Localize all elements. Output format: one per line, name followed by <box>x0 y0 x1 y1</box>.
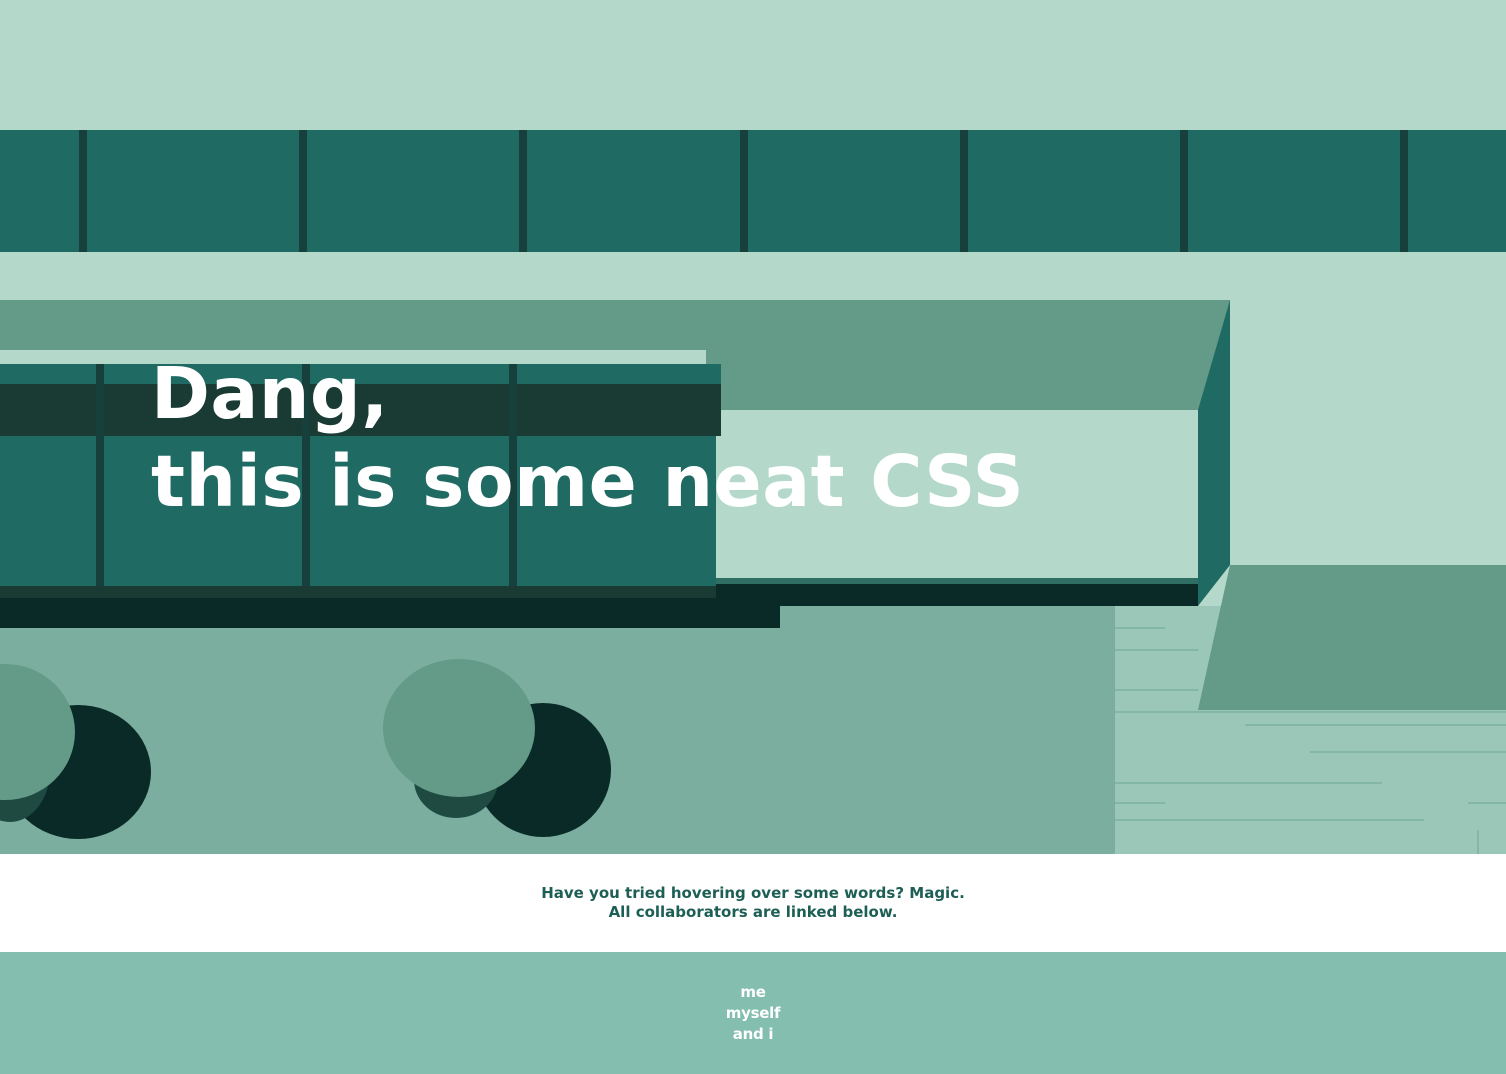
headline-line-2: this is some neat CSS <box>151 440 1025 523</box>
hover-hint: Have you tried hovering over some words?… <box>0 854 1506 952</box>
headline: Dang, this is some neat CSS <box>151 350 1024 526</box>
hint-line-1: Have you tried hovering over some words?… <box>541 884 965 902</box>
collaborator-link-and-i[interactable]: and i <box>733 1024 774 1045</box>
headline-line-1: Dang, <box>151 352 389 435</box>
collaborator-link-me[interactable]: me <box>740 982 766 1003</box>
hero-illustration: Dang, this is some neat CSS <box>0 0 1506 854</box>
collaborators-footer: me myself and i <box>0 952 1506 1074</box>
hint-line-2: All collaborators are linked below. <box>608 903 898 921</box>
collaborator-link-myself[interactable]: myself <box>726 1003 781 1024</box>
